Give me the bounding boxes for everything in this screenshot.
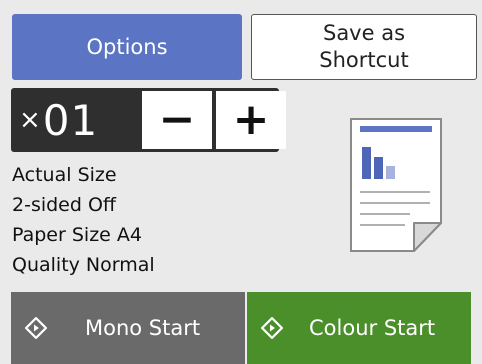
setting-quality: Quality Normal bbox=[12, 254, 155, 276]
increase-copies-button[interactable]: + bbox=[216, 91, 286, 149]
settings-summary: Actual Size 2-sided Off Paper Size A4 Qu… bbox=[12, 160, 155, 280]
diamond-start-icon bbox=[25, 317, 47, 339]
mono-start-label: Mono Start bbox=[85, 316, 201, 340]
options-button[interactable]: Options bbox=[12, 14, 242, 80]
diamond-start-icon bbox=[261, 317, 283, 339]
colour-start-label: Colour Start bbox=[309, 316, 436, 340]
copies-prefix: × bbox=[19, 105, 41, 135]
document-preview-icon bbox=[350, 118, 442, 252]
copies-display[interactable]: × 01 bbox=[19, 88, 134, 152]
setting-scale: Actual Size bbox=[12, 164, 117, 186]
shortcut-label-line1: Save as bbox=[322, 21, 406, 45]
mono-start-button[interactable]: Mono Start bbox=[11, 292, 245, 364]
shortcut-label-line2: Shortcut bbox=[319, 48, 409, 72]
decrease-copies-button[interactable]: − bbox=[142, 91, 212, 149]
save-as-shortcut-button[interactable]: Save as Shortcut bbox=[251, 14, 477, 80]
copies-count: 01 bbox=[42, 95, 99, 145]
setting-paper-size: Paper Size A4 bbox=[12, 224, 142, 246]
colour-start-button[interactable]: Colour Start bbox=[247, 292, 471, 364]
copies-control: × 01 − + bbox=[11, 88, 286, 152]
options-button-label: Options bbox=[86, 35, 168, 59]
setting-duplex: 2-sided Off bbox=[12, 194, 117, 216]
